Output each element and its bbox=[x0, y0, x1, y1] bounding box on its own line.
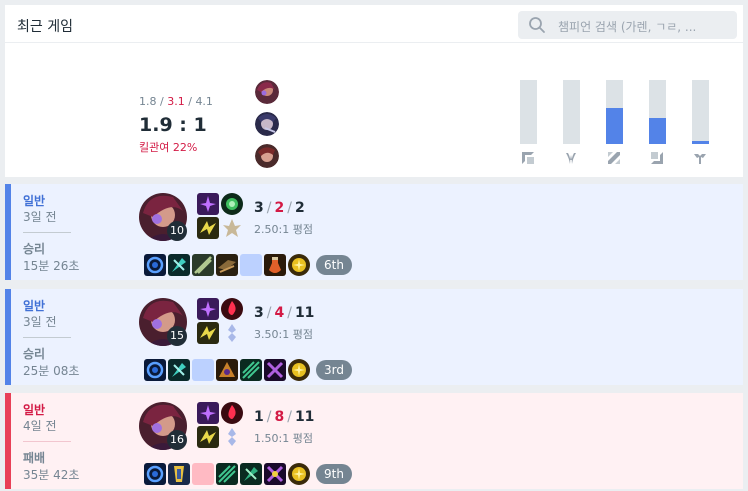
jungle-icon bbox=[566, 153, 576, 164]
item-slot[interactable] bbox=[144, 359, 166, 381]
position-bar-adc bbox=[649, 80, 666, 144]
match-kda: 1/8/11 bbox=[254, 409, 315, 425]
avg-kills: 1.8 bbox=[139, 95, 157, 108]
recent-games-header: 최근 게임 챔피언 검색 (가렌, ㄱㄹ, ... bbox=[5, 5, 743, 43]
mid-lane-icon bbox=[608, 152, 620, 164]
summoner-spell[interactable] bbox=[197, 402, 219, 424]
placement-badge: 6th bbox=[316, 255, 352, 275]
support-icon bbox=[694, 154, 706, 164]
item-slot[interactable] bbox=[216, 359, 238, 381]
kda-ratio: 2.50:1 평점 bbox=[254, 223, 313, 236]
empty-item-slot bbox=[192, 463, 214, 485]
divider bbox=[23, 232, 71, 233]
champion-avatar[interactable] bbox=[255, 80, 279, 104]
top-lane-icon bbox=[522, 152, 534, 164]
keystone-rune[interactable] bbox=[197, 426, 219, 448]
champion-level: 15 bbox=[167, 326, 187, 346]
section-title: 최근 게임 bbox=[17, 19, 73, 35]
item-slot[interactable] bbox=[168, 359, 190, 381]
position-fill bbox=[649, 117, 666, 144]
game-duration: 25분 08초 bbox=[23, 364, 80, 378]
placement-badge: 9th bbox=[316, 464, 352, 484]
item-slot[interactable] bbox=[144, 254, 166, 276]
position-fill bbox=[606, 108, 623, 144]
queue-type: 일반 bbox=[23, 403, 46, 417]
item-slot[interactable] bbox=[264, 359, 286, 381]
secondary-rune[interactable] bbox=[221, 217, 243, 239]
game-duration: 35분 42초 bbox=[23, 468, 80, 482]
keystone-rune[interactable] bbox=[197, 322, 219, 344]
position-bar-top bbox=[520, 80, 537, 144]
keystone-rune[interactable] bbox=[197, 217, 219, 239]
match-card[interactable]: 일반 3일 전 승리 25분 08초 15 3/4/11 3.50:1 평점 3… bbox=[5, 289, 743, 385]
champion-level: 16 bbox=[167, 430, 187, 450]
item-slot[interactable] bbox=[216, 254, 238, 276]
trinket-slot[interactable] bbox=[288, 463, 310, 485]
placement-badge: 3rd bbox=[316, 360, 352, 380]
empty-item-slot bbox=[192, 359, 214, 381]
item-slot[interactable] bbox=[264, 463, 286, 485]
summoner-spell[interactable] bbox=[221, 193, 243, 215]
item-slot[interactable] bbox=[264, 254, 286, 276]
kda-ratio: 1.9 : 1 bbox=[139, 114, 207, 136]
position-bar-support bbox=[692, 80, 709, 144]
match-card[interactable]: 일반 4일 전 패배 35분 42초 16 1/8/11 1.50:1 평점 9… bbox=[5, 393, 743, 489]
position-fill bbox=[692, 140, 709, 144]
match-kda: 3/2/2 bbox=[254, 200, 305, 216]
avg-deaths: 3.1 bbox=[167, 95, 185, 108]
item-slot[interactable] bbox=[240, 463, 262, 485]
match-kda: 3/4/11 bbox=[254, 305, 315, 321]
item-slot[interactable] bbox=[168, 463, 190, 485]
trinket-slot[interactable] bbox=[288, 359, 310, 381]
kda-ratio: 1.50:1 평점 bbox=[254, 432, 313, 445]
game-duration: 15분 26초 bbox=[23, 259, 80, 273]
summary-panel: 1.8 / 3.1 / 4.1 1.9 : 1 킬관여 22% bbox=[5, 43, 743, 177]
search-input[interactable]: 챔피언 검색 (가렌, ㄱㄹ, ... bbox=[558, 18, 730, 35]
summoner-spell[interactable] bbox=[197, 298, 219, 320]
kill-participation: 킬관여 22% bbox=[139, 141, 198, 154]
average-kda: 1.8 / 3.1 / 4.1 bbox=[139, 95, 213, 108]
item-slot[interactable] bbox=[192, 254, 214, 276]
queue-type: 일반 bbox=[23, 299, 46, 313]
summoner-spell[interactable] bbox=[221, 402, 243, 424]
item-slot[interactable] bbox=[144, 463, 166, 485]
champion-avatar[interactable] bbox=[255, 144, 279, 168]
champion-search[interactable]: 챔피언 검색 (가렌, ㄱㄹ, ... bbox=[518, 11, 737, 39]
secondary-rune[interactable] bbox=[221, 426, 243, 448]
champion-level: 10 bbox=[167, 221, 187, 241]
position-bar-mid bbox=[606, 80, 623, 144]
summoner-spell[interactable] bbox=[221, 298, 243, 320]
search-icon bbox=[529, 17, 545, 33]
divider bbox=[23, 441, 71, 442]
trinket-slot[interactable] bbox=[288, 254, 310, 276]
match-card[interactable]: 일반 3일 전 승리 15분 26초 10 3/2/2 2.50:1 평점 6t… bbox=[5, 184, 743, 280]
item-slot[interactable] bbox=[168, 254, 190, 276]
item-slot[interactable] bbox=[216, 463, 238, 485]
item-slot[interactable] bbox=[240, 359, 262, 381]
match-result: 승리 bbox=[23, 347, 46, 361]
avg-assists: 4.1 bbox=[195, 95, 213, 108]
time-ago: 3일 전 bbox=[23, 315, 57, 329]
time-ago: 4일 전 bbox=[23, 419, 57, 433]
position-bar-jungle bbox=[563, 80, 580, 144]
champion-avatar[interactable] bbox=[255, 112, 279, 136]
secondary-rune[interactable] bbox=[221, 322, 243, 344]
divider bbox=[23, 337, 71, 338]
bot-lane-icon bbox=[651, 152, 663, 164]
time-ago: 3일 전 bbox=[23, 210, 57, 224]
kda-ratio: 3.50:1 평점 bbox=[254, 328, 313, 341]
match-result: 패배 bbox=[23, 451, 46, 465]
queue-type: 일반 bbox=[23, 194, 46, 208]
summoner-spell[interactable] bbox=[197, 193, 219, 215]
match-result: 승리 bbox=[23, 242, 46, 256]
empty-item-slot bbox=[240, 254, 262, 276]
